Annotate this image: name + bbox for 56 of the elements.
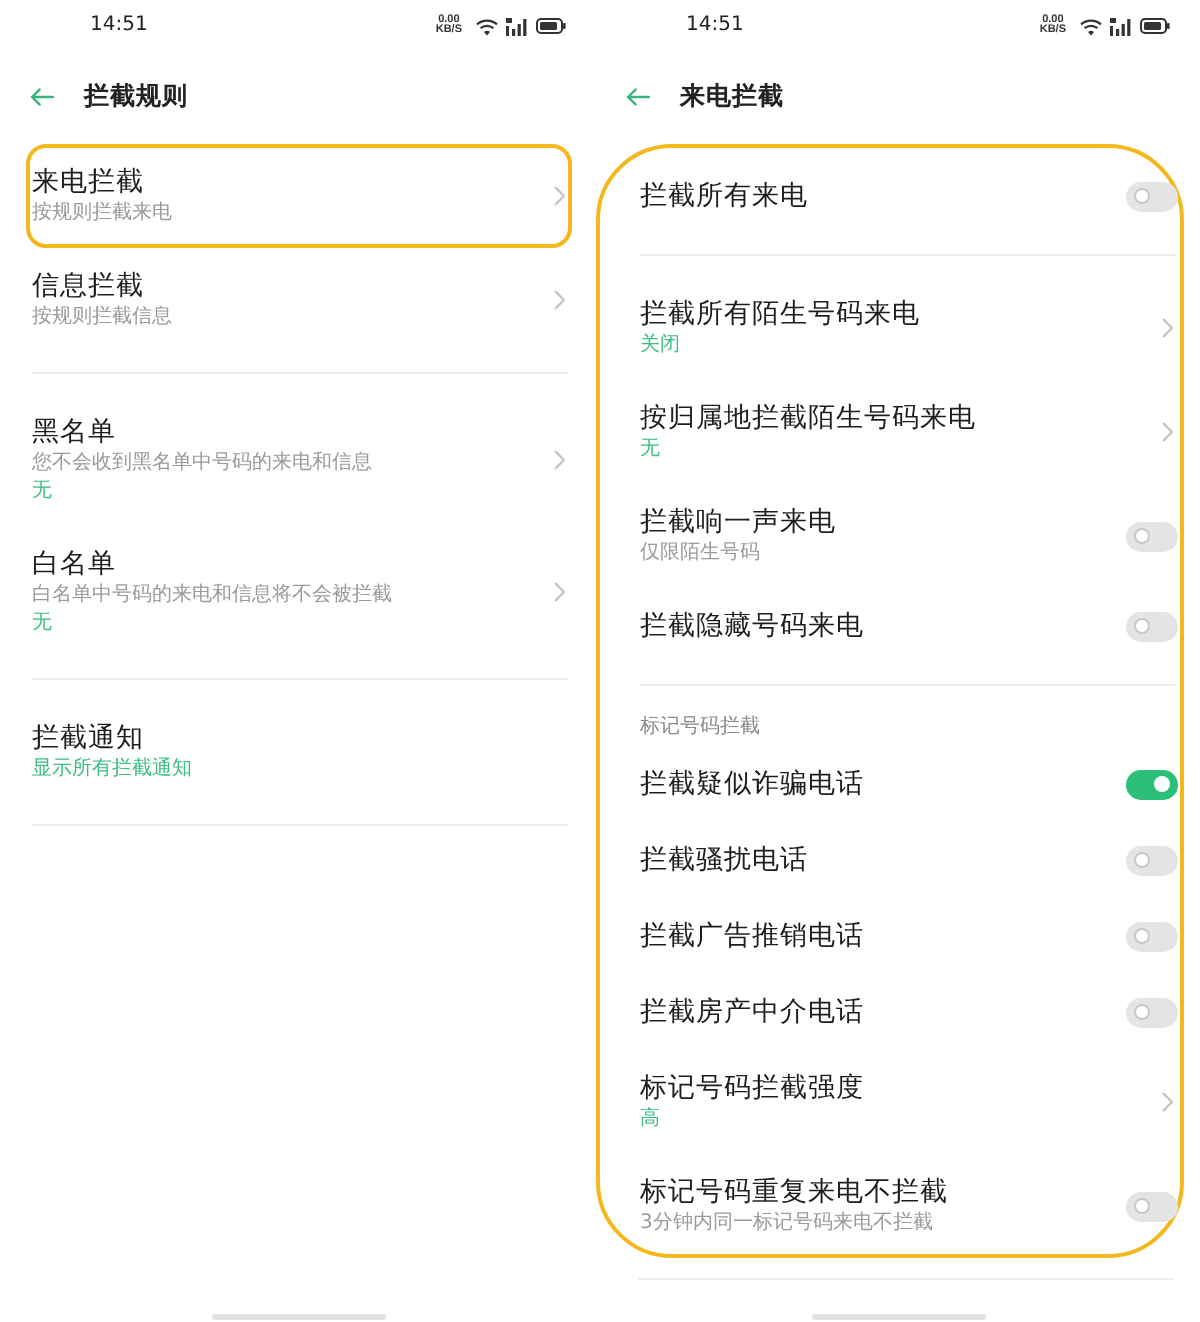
item-title[interactable]: 白名单 [32, 546, 116, 582]
page-title: 拦截规则 [84, 80, 188, 112]
battery-icon [1140, 18, 1170, 34]
item-title[interactable]: 拦截疑似诈骗电话 [640, 766, 864, 802]
section-heading: 标记号码拦截 [638, 713, 762, 742]
item-description: 按规则拦截来电 [32, 200, 172, 228]
item-title[interactable]: 拦截骚扰电话 [640, 842, 808, 878]
chevron-icon [554, 186, 566, 206]
chevron-icon [554, 582, 566, 602]
chevron-icon [1161, 318, 1173, 338]
item-title[interactable]: 拦截所有来电 [640, 178, 808, 214]
item-title[interactable]: 信息拦截 [32, 268, 144, 304]
item-title[interactable]: 黑名单 [32, 414, 116, 450]
item-description: 按规则拦截信息 [32, 304, 172, 332]
item-title[interactable]: 拦截所有陌生号码来电 [640, 296, 920, 332]
item-title[interactable]: 标记号码拦截强度 [640, 1070, 864, 1106]
item-title[interactable]: 拦截房产中介电话 [640, 994, 864, 1030]
chevron-icon [1161, 1092, 1173, 1112]
back-arrow-icon[interactable] [30, 87, 54, 105]
item-value: 显示所有拦截通知 [32, 756, 192, 784]
toggle-switch[interactable] [1125, 611, 1177, 641]
item-description: 您不会收到黑名单中号码的来电和信息 [32, 450, 372, 478]
back-arrow-icon[interactable] [626, 87, 650, 105]
battery-icon [536, 18, 566, 34]
wifi-icon [1080, 17, 1102, 35]
signal-icon [506, 17, 528, 35]
item-value: 高 [640, 1106, 660, 1134]
toggle-switch[interactable] [1125, 181, 1177, 211]
chevron-icon [1161, 422, 1173, 442]
item-value: 无 [640, 436, 660, 464]
item-title[interactable]: 来电拦截 [32, 164, 144, 200]
toggle-switch[interactable] [1125, 769, 1177, 799]
page-title: 来电拦截 [680, 80, 784, 112]
item-description: 3分钟内同一标记号码来电不拦截 [640, 1210, 933, 1238]
signal-icon [1110, 17, 1132, 35]
item-description: 仅限陌生号码 [640, 540, 760, 568]
item-title[interactable]: 拦截广告推销电话 [640, 918, 864, 954]
status-time: 14:51 [90, 14, 148, 38]
chevron-icon [554, 290, 566, 310]
item-title[interactable]: 按归属地拦截陌生号码来电 [640, 400, 976, 436]
toggle-switch[interactable] [1125, 521, 1177, 551]
toggle-switch[interactable] [1125, 921, 1177, 951]
item-value: 关闭 [640, 332, 680, 360]
toggle-switch[interactable] [1125, 1191, 1177, 1221]
chevron-icon [554, 450, 566, 470]
item-value: 无 [32, 478, 52, 506]
item-description: 白名单中号码的来电和信息将不会被拦截 [32, 582, 392, 610]
item-title[interactable]: 拦截通知 [32, 720, 144, 756]
toggle-switch[interactable] [1125, 997, 1177, 1027]
item-title[interactable]: 拦截隐藏号码来电 [640, 608, 864, 644]
item-value: 无 [32, 610, 52, 638]
wifi-icon [476, 17, 498, 35]
status-time: 14:51 [686, 14, 744, 38]
item-title[interactable]: 标记号码重复来电不拦截 [640, 1174, 948, 1210]
toggle-switch[interactable] [1125, 845, 1177, 875]
item-title[interactable]: 拦截响一声来电 [640, 504, 836, 540]
